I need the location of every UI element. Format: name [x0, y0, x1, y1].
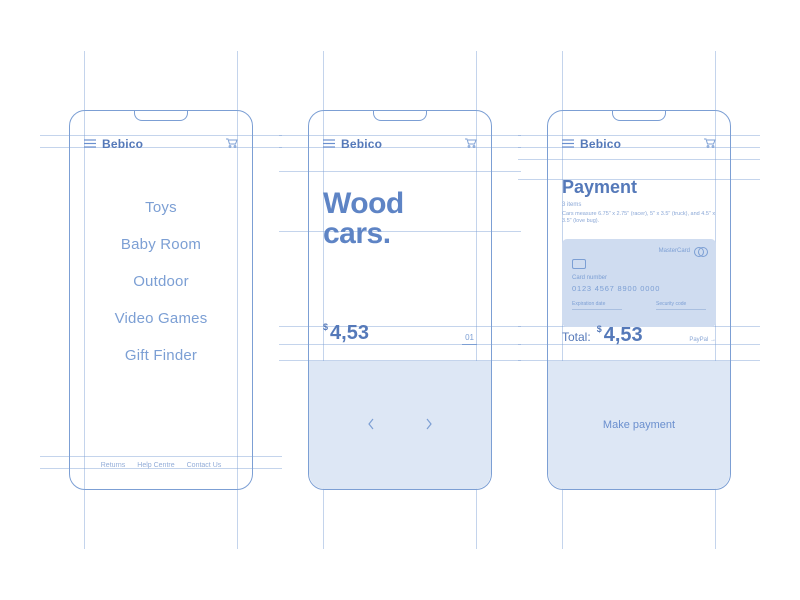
payment-cta-area: Make payment	[548, 361, 730, 489]
card-number-label: Card number	[572, 275, 607, 281]
card-number-input[interactable]: 0123 4567 8900 0000	[572, 284, 660, 293]
mastercard-icon	[694, 247, 706, 255]
menu-item-toys[interactable]: Toys	[145, 199, 177, 216]
make-payment-button[interactable]: Make payment	[603, 419, 675, 431]
currency-symbol: $	[597, 324, 602, 334]
hamburger-icon[interactable]	[562, 135, 574, 153]
app-header: Bebico	[323, 135, 477, 153]
brand-logo[interactable]: Bebico	[341, 137, 382, 151]
page-indicator: 01	[462, 333, 477, 345]
footer-link-returns[interactable]: Returns	[101, 462, 126, 469]
phone-frame-product: Bebico Wood cars. $4,53 01	[308, 110, 492, 490]
cart-icon[interactable]	[465, 135, 477, 153]
currency-symbol: $	[323, 322, 328, 332]
headline-line-2: cars.	[323, 219, 477, 249]
phone-frame-payment: Bebico Payment 3 items Cars measure 6.75…	[547, 110, 731, 490]
app-header: Bebico	[562, 135, 716, 153]
hamburger-icon[interactable]	[323, 135, 335, 153]
card-expiration-input[interactable]: Expiration date	[572, 301, 622, 310]
cart-icon[interactable]	[704, 135, 716, 153]
credit-card[interactable]: MasterCard Card number 0123 4567 8900 00…	[562, 239, 716, 327]
card-brand-label: MasterCard	[659, 248, 690, 254]
product-headline: Wood cars.	[323, 189, 477, 249]
phone-frame-menu: Bebico Toys Baby Room Outdoor Video Game…	[69, 110, 253, 490]
total-amount: $4,53	[597, 324, 643, 347]
price-value: 4,53	[330, 322, 369, 344]
total-value: 4,53	[604, 324, 643, 346]
page-title: Payment	[562, 177, 716, 198]
menu-item-video-games[interactable]: Video Games	[115, 310, 208, 327]
menu-item-outdoor[interactable]: Outdoor	[133, 273, 189, 290]
footer-link-contact[interactable]: Contact Us	[187, 462, 222, 469]
paypal-link[interactable]: PayPal →	[689, 337, 716, 343]
items-count: 3 items	[562, 202, 716, 208]
brand-logo[interactable]: Bebico	[580, 137, 621, 151]
card-cvv-input[interactable]: Security code	[656, 301, 706, 310]
footer-links: Returns Help Centre Contact Us	[70, 462, 252, 469]
card-chip-icon	[572, 259, 586, 269]
category-menu: Toys Baby Room Outdoor Video Games Gift …	[84, 199, 238, 364]
menu-item-gift-finder[interactable]: Gift Finder	[125, 347, 197, 364]
cart-icon[interactable]	[226, 135, 238, 153]
items-description: Cars measure 6.75" x 2.75" (racer), 5" x…	[562, 211, 716, 225]
brand-logo[interactable]: Bebico	[102, 137, 143, 151]
menu-item-baby-room[interactable]: Baby Room	[121, 236, 201, 253]
next-button[interactable]	[425, 418, 433, 433]
app-header: Bebico	[84, 135, 238, 153]
product-price: $4,53	[323, 322, 369, 345]
total-label: Total:	[562, 330, 591, 344]
hamburger-icon[interactable]	[84, 135, 96, 153]
headline-line-1: Wood	[323, 189, 477, 219]
footer-link-help[interactable]: Help Centre	[137, 462, 174, 469]
prev-button[interactable]	[367, 418, 375, 433]
carousel-controls	[309, 361, 491, 489]
